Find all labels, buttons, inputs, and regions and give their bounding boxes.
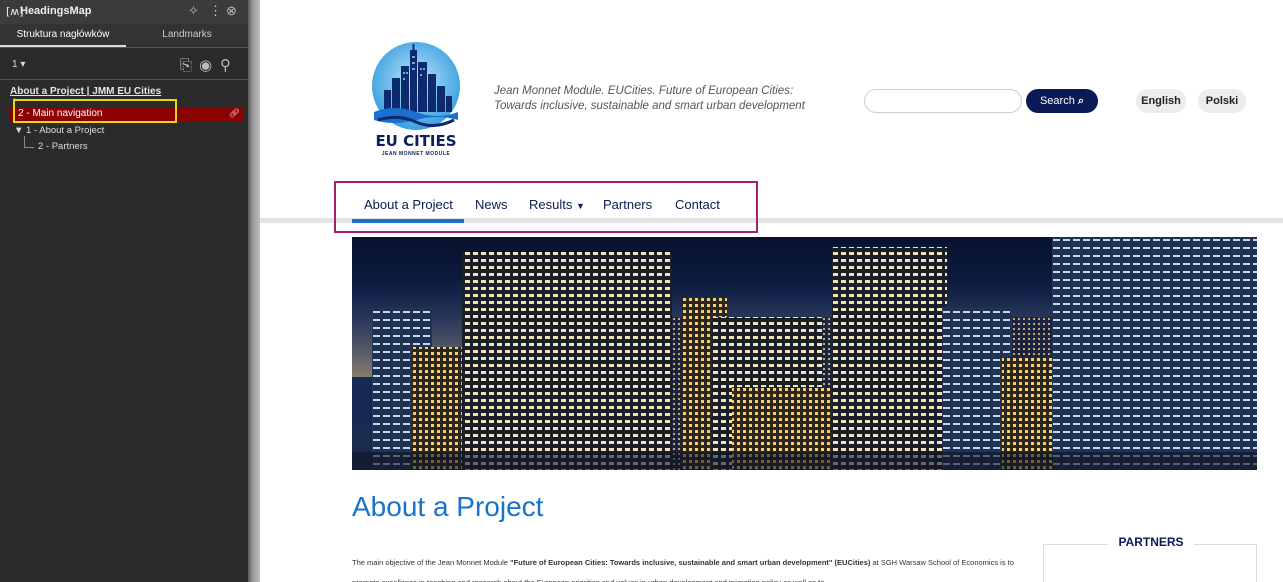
- search-icon: ⌕: [1077, 94, 1085, 107]
- pin-icon[interactable]: ✧: [188, 3, 199, 19]
- focus-highlight-box: [13, 99, 177, 123]
- tree-line: [24, 147, 34, 148]
- partners-heading: PARTNERS: [1108, 535, 1194, 549]
- heading-item-about-a-project[interactable]: ▼ 1 - About a Project: [14, 125, 104, 136]
- search-icon[interactable]: ⚲: [220, 57, 231, 73]
- intro-paragraph: The main objective of the Jean Monnet Mo…: [352, 558, 1014, 582]
- headingsmap-toolbar: 1 ▾ ⎘ ◉ ⚲: [0, 52, 248, 80]
- logo-subtext: JEAN MONNET MODULE: [381, 151, 451, 157]
- headingsmap-panel: [ʍ] HeadingsMap ✧ ⋮ ⊗ Struktura nagłówkó…: [0, 0, 248, 582]
- tab-headings-structure[interactable]: Struktura nagłówków: [0, 24, 126, 47]
- page-title: About a Project: [352, 491, 544, 522]
- site-logo[interactable]: EU CITIES JEAN MONNET MODULE: [368, 40, 464, 162]
- headingsmap-tabs: Struktura nagłówków Landmarks: [0, 24, 248, 48]
- heading-item-partners[interactable]: 2 - Partners: [38, 141, 88, 152]
- headingsmap-title: HeadingsMap: [20, 5, 92, 17]
- level-selector[interactable]: 1 ▾: [12, 59, 25, 70]
- site-tagline: Jean Monnet Module. EUCities. Future of …: [494, 85, 805, 112]
- main-navigation-highlight: [334, 181, 758, 233]
- expand-arrow-icon[interactable]: ▼: [14, 125, 23, 136]
- headingsmap-titlebar: [ʍ] HeadingsMap ✧ ⋮ ⊗: [0, 0, 248, 24]
- document-title[interactable]: About a Project | JMM EU Cities: [10, 86, 161, 97]
- logo-text: EU CITIES: [375, 132, 457, 150]
- web-page: EU CITIES JEAN MONNET MODULE Jean Monnet…: [260, 0, 1283, 582]
- more-options-icon[interactable]: ⋮: [209, 3, 222, 19]
- language-polish-button[interactable]: Polski: [1198, 89, 1246, 113]
- partners-widget: PARTNERS: [1043, 535, 1257, 582]
- panel-resize-handle[interactable]: [248, 0, 260, 582]
- search-input[interactable]: [864, 89, 1022, 113]
- close-icon[interactable]: ⊗: [226, 3, 237, 19]
- eye-icon[interactable]: ◉: [199, 57, 212, 73]
- link-icon: 🔗︎: [228, 108, 240, 118]
- hero-image: [352, 237, 1257, 470]
- search-button[interactable]: Search ⌕: [1026, 89, 1098, 113]
- tab-landmarks[interactable]: Landmarks: [126, 24, 248, 47]
- language-english-button[interactable]: English: [1136, 89, 1186, 113]
- copy-icon[interactable]: ⎘: [180, 57, 192, 73]
- city-skyline-logo-icon: [372, 42, 460, 130]
